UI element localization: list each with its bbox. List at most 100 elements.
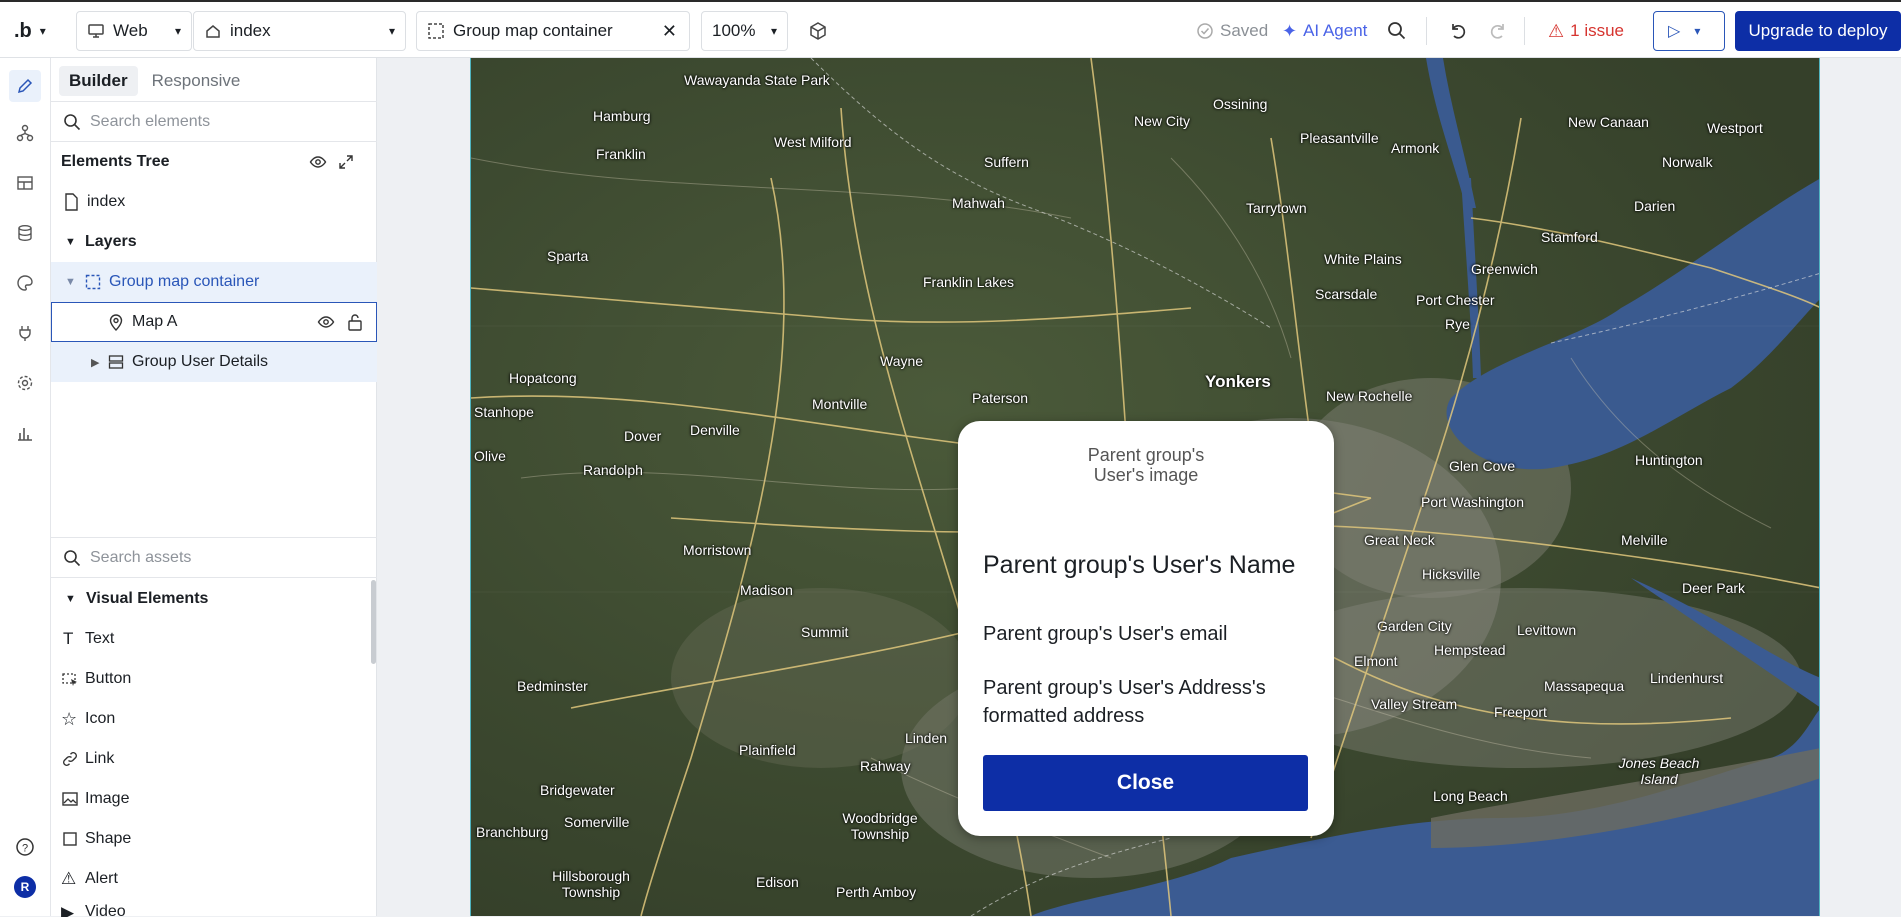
saved-label: Saved <box>1220 21 1269 40</box>
asset-image[interactable]: Image <box>51 779 377 819</box>
map-label: Port Washington <box>1421 494 1524 510</box>
undo-icon[interactable] <box>1448 11 1468 51</box>
asset-text[interactable]: T Text <box>51 619 377 659</box>
tab-builder[interactable]: Builder <box>59 66 138 96</box>
map-label: Yonkers <box>1205 372 1271 391</box>
zoom-select[interactable]: 100% ▾ <box>701 11 788 51</box>
map-label: Melville <box>1621 532 1668 548</box>
close-button[interactable]: Close <box>983 755 1308 811</box>
asset-video[interactable]: ▶ Video <box>51 899 377 917</box>
upgrade-to-deploy-button[interactable]: Upgrade to deploy <box>1735 11 1901 51</box>
map-label: Hempstead <box>1434 642 1506 658</box>
page-select[interactable]: index ▾ <box>193 11 406 51</box>
preview-button[interactable]: ▷ ▾ <box>1653 11 1725 51</box>
map-label: New City <box>1134 113 1191 129</box>
asset-label: Button <box>85 670 132 687</box>
map-label: Branchburg <box>476 824 549 840</box>
tree-item-map-a[interactable]: Map A <box>51 302 377 342</box>
tree-item-label: Group map container <box>109 273 260 290</box>
user-details-card: Parent group's User's image Parent group… <box>958 421 1334 836</box>
asset-button[interactable]: Button <box>51 659 377 699</box>
lock-open-icon[interactable] <box>347 313 363 331</box>
map-label: White Plains <box>1324 251 1402 267</box>
tree-item-group-user-details[interactable]: ▶ Group User Details <box>51 342 377 382</box>
plugin-icon[interactable] <box>13 321 37 345</box>
logo-menu[interactable]: .b ▾ <box>14 11 46 51</box>
tree-item-group-map-container[interactable]: ▼ Group map container <box>51 262 377 302</box>
assets-scrollbar[interactable] <box>371 580 376 664</box>
design-pencil-icon[interactable] <box>9 70 41 102</box>
tree-item-label: Map A <box>132 313 178 330</box>
map-label: Westport <box>1707 120 1763 136</box>
eye-icon[interactable] <box>317 313 335 331</box>
tab-responsive[interactable]: Responsive <box>142 66 251 96</box>
settings-gear-icon[interactable] <box>13 371 37 395</box>
caret-down-icon[interactable]: ▼ <box>65 236 76 248</box>
asset-shape[interactable]: Shape <box>51 819 377 859</box>
map-label: Edison <box>756 874 799 890</box>
layout-icon[interactable] <box>13 171 37 195</box>
issues-button[interactable]: ⚠ 1 issue <box>1548 11 1624 51</box>
map-label: Hillsborough Township <box>552 868 630 900</box>
bubble-logo: .b <box>14 19 32 42</box>
map-label: Paterson <box>972 390 1029 406</box>
caret-right-icon[interactable]: ▶ <box>91 356 99 369</box>
user-name: Parent group's User's Name <box>983 551 1296 579</box>
tree-item-layers[interactable]: ▼ Layers <box>51 222 377 262</box>
visual-elements-header[interactable]: ▼ Visual Elements <box>51 579 377 619</box>
search-assets-input[interactable] <box>90 546 360 570</box>
editor-canvas: Wawayanda State Park Hamburg West Milfor… <box>377 58 1901 916</box>
left-icon-rail: ? R <box>0 58 51 916</box>
map-label: Woodbridge Township <box>842 810 918 842</box>
map-label: Glen Cove <box>1449 458 1516 474</box>
close-icon[interactable]: ✕ <box>662 21 677 42</box>
eye-icon[interactable] <box>309 153 327 171</box>
search-icon <box>64 114 81 131</box>
map-label: Stanhope <box>474 404 534 420</box>
map-pin-icon <box>109 314 123 331</box>
home-icon <box>206 25 220 38</box>
map-label: Hopatcong <box>509 370 577 386</box>
search-icon[interactable] <box>1387 11 1407 51</box>
redo-icon[interactable] <box>1488 11 1508 51</box>
database-icon[interactable] <box>13 221 37 245</box>
map-label: Valley Stream <box>1371 696 1458 712</box>
map-label: Scarsdale <box>1315 286 1378 302</box>
issues-label: 1 issue <box>1570 21 1625 40</box>
workflow-icon[interactable] <box>13 121 37 145</box>
user-avatar[interactable]: R <box>14 876 36 898</box>
palette-icon[interactable] <box>13 271 37 295</box>
map-label: Bedminster <box>517 678 588 694</box>
chevron-down-icon: ▾ <box>770 24 777 38</box>
map-label: Tarrytown <box>1246 200 1307 216</box>
search-elements <box>51 101 377 142</box>
map-label: Lindenhurst <box>1650 670 1724 686</box>
asset-icon[interactable]: ☆ Icon <box>51 699 377 739</box>
expand-icon[interactable] <box>338 154 354 170</box>
map-label: Ossining <box>1213 96 1268 112</box>
map-label: Hamburg <box>593 108 651 124</box>
map-label: Rye <box>1445 316 1470 332</box>
chevron-down-icon: ▾ <box>1694 24 1701 38</box>
tree-item-page[interactable]: index <box>51 182 377 222</box>
platform-select[interactable]: Web ▾ <box>76 11 192 51</box>
svg-text:?: ? <box>22 843 28 855</box>
asset-alert[interactable]: ⚠ Alert <box>51 859 377 899</box>
caret-down-icon[interactable]: ▼ <box>65 276 76 288</box>
cube-icon[interactable] <box>808 11 828 51</box>
check-circle-icon <box>1197 23 1213 39</box>
asset-label: Text <box>85 630 115 647</box>
map-label: Garden City <box>1377 618 1452 634</box>
help-icon[interactable]: ? <box>13 835 37 859</box>
star-icon: ☆ <box>61 708 78 729</box>
caret-down-icon[interactable]: ▼ <box>65 593 76 605</box>
analytics-chart-icon[interactable] <box>13 421 37 445</box>
search-assets <box>51 537 377 578</box>
map-label: Wawayanda State Park <box>684 72 830 88</box>
search-elements-input[interactable] <box>90 110 360 134</box>
monitor-icon <box>88 24 104 38</box>
asset-link[interactable]: Link <box>51 739 377 779</box>
element-select[interactable]: Group map container ✕ <box>416 11 690 51</box>
map-label: Randolph <box>583 462 643 478</box>
ai-agent-button[interactable]: ✦ AI Agent <box>1282 11 1367 51</box>
